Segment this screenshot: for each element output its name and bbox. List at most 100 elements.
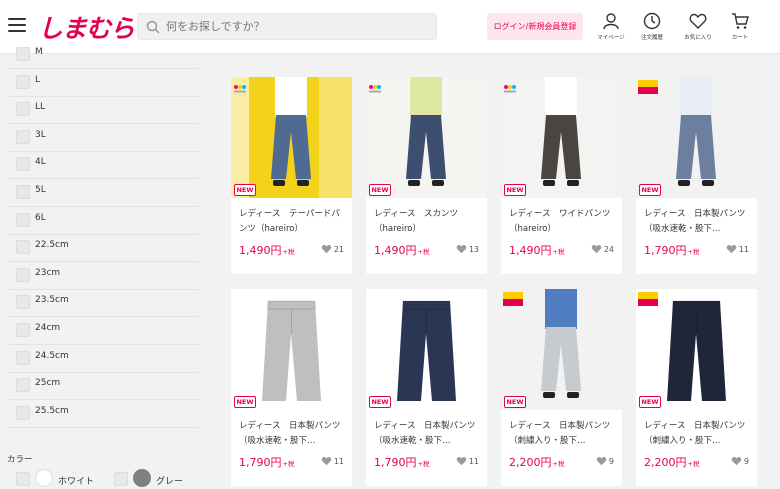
size-label: 3L: [35, 129, 46, 140]
hamburger-menu-icon[interactable]: [8, 18, 26, 32]
cart-button[interactable]: カート: [720, 12, 760, 41]
checkbox[interactable]: [16, 212, 30, 227]
product-card[interactable]: NEW レディース スカンツ（hareiro） 1,490円+税 13: [366, 77, 487, 274]
product-card[interactable]: NEW レディース 日本製パンツ（吸水速乾・股下… 1,790円+税 11: [366, 289, 487, 486]
size-filter-option[interactable]: M: [8, 42, 198, 69]
price-value: 1,790円: [644, 244, 687, 257]
search-input[interactable]: [166, 14, 426, 39]
size-filter-option[interactable]: 23cm: [8, 263, 198, 290]
checkbox[interactable]: [16, 102, 30, 117]
product-title[interactable]: レディース 日本製パンツ（吸水速乾・股下…: [374, 419, 482, 449]
product-image[interactable]: [231, 77, 352, 198]
new-badge: NEW: [234, 396, 256, 408]
favorite-count[interactable]: 9: [596, 456, 614, 466]
price-value: 1,490円: [509, 244, 552, 257]
favorite-count[interactable]: 21: [321, 244, 344, 254]
color-label: ホワイト: [58, 477, 95, 487]
product-image: [366, 289, 487, 410]
login-register-button[interactable]: ログイン/新規会員登録: [487, 13, 583, 40]
checkbox[interactable]: [16, 240, 30, 255]
product-image[interactable]: [366, 77, 487, 198]
size-filter-option[interactable]: 5L: [8, 180, 198, 207]
product-title[interactable]: レディース テーパードパンツ（hareiro）: [239, 207, 347, 237]
checkbox[interactable]: [16, 323, 30, 337]
size-filter-option[interactable]: 4L: [8, 152, 198, 180]
heart-icon: [321, 245, 332, 254]
favorite-count[interactable]: 11: [321, 456, 344, 466]
checkbox[interactable]: [16, 405, 30, 420]
favorite-count[interactable]: 11: [456, 456, 479, 466]
checkbox[interactable]: [16, 157, 30, 172]
price-value: 1,490円: [374, 244, 417, 257]
product-card[interactable]: NEW レディース テーパードパンツ（hareiro） 1,490円+税 21: [231, 77, 352, 274]
product-title[interactable]: レディース 日本製パンツ（刺繍入り・股下…: [644, 419, 752, 449]
product-title[interactable]: レディース 日本製パンツ（吸水速乾・股下…: [239, 419, 347, 449]
checkbox[interactable]: [16, 378, 30, 393]
checkbox[interactable]: [16, 267, 30, 282]
size-filter-option[interactable]: L: [8, 70, 198, 97]
favorite-count-value: 9: [743, 456, 749, 466]
size-filter-option[interactable]: 24.5cm: [8, 346, 198, 373]
favorite-count[interactable]: 9: [731, 456, 749, 466]
checkbox[interactable]: [114, 472, 128, 486]
tax-note: +税: [417, 460, 430, 468]
product-card[interactable]: NEW レディース 日本製パンツ（刺繍入り・股下… 2,200円+税 9: [501, 289, 622, 486]
favorite-count[interactable]: 24: [591, 244, 614, 254]
heart-icon: [689, 13, 707, 29]
checkbox[interactable]: [16, 185, 30, 199]
heart-icon: [591, 245, 602, 254]
brand-tag-icon: [233, 79, 247, 98]
mypage-button[interactable]: マイページ: [591, 12, 631, 41]
checkbox[interactable]: [16, 350, 30, 365]
new-badge: NEW: [234, 184, 256, 196]
order-history-button[interactable]: 注文履歴: [632, 12, 672, 41]
size-filter-option[interactable]: 3L: [8, 125, 198, 152]
checkbox[interactable]: [16, 47, 30, 61]
size-filter-option[interactable]: 22.5cm: [8, 235, 198, 263]
price-value: 2,200円: [509, 456, 552, 469]
product-card[interactable]: NEW レディース 日本製パンツ（刺繍入り・股下… 2,200円+税 9: [636, 289, 757, 486]
cart-label: カート: [731, 35, 749, 41]
favorite-count[interactable]: 11: [726, 244, 749, 254]
product-title[interactable]: レディース スカンツ（hareiro）: [374, 207, 482, 237]
size-filter-option[interactable]: 25.5cm: [8, 401, 198, 428]
price-value: 1,790円: [374, 456, 417, 469]
product-price: 1,490円+税: [239, 242, 294, 258]
product-title[interactable]: レディース 日本製パンツ（刺繍入り・股下…: [509, 419, 617, 449]
product-price: 2,200円+税: [509, 454, 564, 470]
size-label: 6L: [35, 212, 46, 223]
product-card[interactable]: NEW レディース ワイドパンツ（hareiro） 1,490円+税 24: [501, 77, 622, 274]
favorite-count-value: 13: [468, 244, 479, 254]
favorite-count[interactable]: 13: [456, 244, 479, 254]
product-title[interactable]: レディース 日本製パンツ（吸水速乾・股下…: [644, 207, 752, 237]
favorites-button[interactable]: お気に入り: [678, 12, 718, 41]
size-filter-option[interactable]: 25cm: [8, 373, 198, 401]
site-logo[interactable]: しまむら: [38, 9, 135, 45]
product-image[interactable]: [231, 289, 352, 410]
brand-tag-icon: [368, 79, 382, 98]
checkbox[interactable]: [16, 129, 30, 144]
size-label: LL: [35, 102, 46, 113]
tax-note: +税: [282, 460, 295, 468]
favorite-count-value: 9: [608, 456, 614, 466]
product-image: [501, 77, 622, 198]
size-filter-option[interactable]: 24cm: [8, 318, 198, 345]
favorite-count-value: 11: [333, 456, 344, 466]
product-card[interactable]: NEW レディース 日本製パンツ（吸水速乾・股下… 1,790円+税 11: [636, 77, 757, 274]
product-image[interactable]: [366, 289, 487, 410]
price-value: 1,490円: [239, 244, 282, 257]
product-image[interactable]: [501, 77, 622, 198]
size-filter-option[interactable]: 6L: [8, 208, 198, 235]
size-filter-option[interactable]: 23.5cm: [8, 290, 198, 318]
checkbox[interactable]: [16, 295, 30, 310]
checkbox[interactable]: [16, 74, 30, 89]
product-price: 1,790円+税: [644, 242, 699, 258]
product-title[interactable]: レディース ワイドパンツ（hareiro）: [509, 207, 617, 237]
campaign-tag-icon: [503, 291, 523, 310]
tax-note: +税: [687, 460, 700, 468]
checkbox[interactable]: [16, 472, 30, 486]
size-label: 5L: [35, 185, 46, 195]
product-card[interactable]: NEW レディース 日本製パンツ（吸水速乾・股下… 1,790円+税 11: [231, 289, 352, 486]
search-box[interactable]: [137, 13, 437, 40]
size-filter-option[interactable]: LL: [8, 97, 198, 125]
